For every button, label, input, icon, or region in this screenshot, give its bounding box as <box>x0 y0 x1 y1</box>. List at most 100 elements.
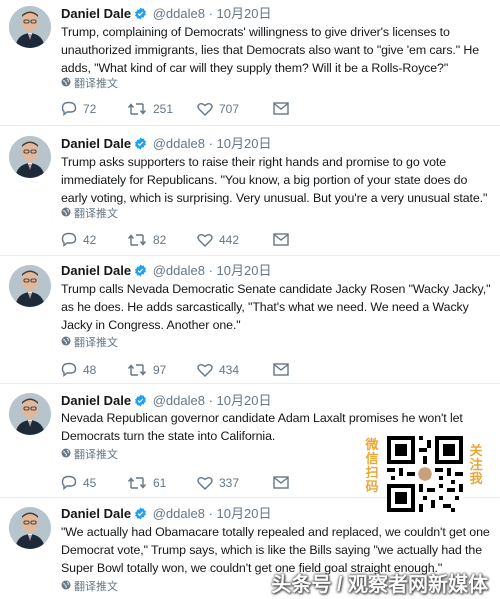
qr-left-text: 微信扫码 <box>365 437 379 494</box>
author-name[interactable]: Daniel Dale <box>61 263 131 278</box>
like-button[interactable]: 707 <box>197 102 273 116</box>
verified-badge-icon <box>134 137 147 150</box>
verified-badge-icon <box>134 394 147 407</box>
like-icon <box>197 363 213 377</box>
tweet[interactable]: Daniel Dale @ddale8 · 10月20日 Trump asks … <box>0 126 500 256</box>
translate-tweet-link[interactable]: 翻译推文 <box>61 580 118 594</box>
author-name[interactable]: Daniel Dale <box>61 393 131 408</box>
translate-tweet-link[interactable]: 翻译推文 <box>61 336 118 350</box>
tweet-actions: 72 251 707 <box>61 101 289 116</box>
translate-tweet-link[interactable]: 翻译推文 <box>61 448 118 462</box>
author-handle[interactable]: @ddale8 <box>153 263 205 278</box>
reply-count: 48 <box>83 362 97 377</box>
tweet-actions: 48 97 434 <box>61 362 289 377</box>
author-name[interactable]: Daniel Dale <box>61 506 131 521</box>
globe-icon <box>61 580 71 594</box>
tweet-date[interactable]: · 10月20日 <box>209 263 272 278</box>
tweet-date[interactable]: · 10月20日 <box>209 393 272 408</box>
translate-label: 翻译推文 <box>74 208 118 220</box>
like-icon <box>197 476 213 490</box>
globe-icon <box>61 77 71 91</box>
avatar[interactable] <box>9 265 51 307</box>
author-handle[interactable]: @ddale8 <box>153 506 205 521</box>
message-icon <box>273 363 289 376</box>
retweet-icon <box>127 233 147 247</box>
retweet-count: 251 <box>153 101 174 116</box>
watermark: 头条号 / 观察者网新媒体 <box>271 574 488 596</box>
like-button[interactable]: 442 <box>197 233 273 247</box>
avatar-image <box>9 265 51 307</box>
author-name[interactable]: Daniel Dale <box>61 6 131 21</box>
tweet-date[interactable]: · 10月20日 <box>209 6 272 21</box>
translate-label: 翻译推文 <box>74 581 118 593</box>
globe-icon <box>61 336 71 350</box>
retweet-button[interactable]: 251 <box>127 102 197 116</box>
reply-button[interactable]: 72 <box>61 101 127 116</box>
like-button[interactable]: 337 <box>197 476 273 490</box>
tweet-text: Trump calls Nevada Democratic Senate can… <box>61 282 491 332</box>
qr-right-text: 关注我 <box>469 443 483 486</box>
verified-badge-icon <box>134 507 147 520</box>
author-name[interactable]: Daniel Dale <box>61 136 131 151</box>
reply-count: 45 <box>83 475 97 490</box>
tweet-actions: 42 82 442 <box>61 232 289 247</box>
globe-icon <box>61 207 71 221</box>
like-count: 442 <box>219 232 240 247</box>
reply-icon <box>61 362 77 377</box>
translate-label: 翻译推文 <box>74 449 118 461</box>
tweet-actions: 45 61 337 <box>61 475 289 490</box>
retweet-count: 97 <box>153 362 167 377</box>
reply-button[interactable]: 45 <box>61 475 127 490</box>
message-button[interactable] <box>273 363 289 376</box>
reply-count: 72 <box>83 101 97 116</box>
retweet-button[interactable]: 97 <box>127 363 197 377</box>
message-button[interactable] <box>273 102 289 115</box>
author-handle[interactable]: @ddale8 <box>153 393 205 408</box>
retweet-icon <box>127 102 147 116</box>
translate-label: 翻译推文 <box>74 337 118 349</box>
tweet[interactable]: Daniel Dale @ddale8 · 10月20日 Trump calls… <box>0 256 500 384</box>
tweet[interactable]: Daniel Dale @ddale8 · 10月20日 Trump, comp… <box>0 0 500 126</box>
wechat-qr-overlay: 微信扫码 关注我 <box>357 436 487 512</box>
avatar[interactable] <box>9 6 51 48</box>
like-count: 434 <box>219 362 240 377</box>
message-icon <box>273 233 289 246</box>
reply-button[interactable]: 48 <box>61 362 127 377</box>
avatar-image <box>9 6 51 48</box>
tweet-text: Trump asks supporters to raise their rig… <box>61 155 488 205</box>
retweet-button[interactable]: 61 <box>127 476 197 490</box>
retweet-count: 82 <box>153 232 167 247</box>
like-button[interactable]: 434 <box>197 363 273 377</box>
translate-tweet-link[interactable]: 翻译推文 <box>61 77 118 91</box>
avatar[interactable] <box>9 393 51 435</box>
retweet-icon <box>127 476 147 490</box>
reply-button[interactable]: 42 <box>61 232 127 247</box>
verified-badge-icon <box>134 7 147 20</box>
tweet-text: Trump, complaining of Democrats' willing… <box>61 25 480 75</box>
reply-count: 42 <box>83 232 97 247</box>
verified-badge-icon <box>134 264 147 277</box>
avatar[interactable] <box>9 507 51 549</box>
retweet-count: 61 <box>153 475 167 490</box>
retweet-icon <box>127 363 147 377</box>
tweet-date[interactable]: · 10月20日 <box>209 136 272 151</box>
like-icon <box>197 102 213 116</box>
retweet-button[interactable]: 82 <box>127 233 197 247</box>
tweet-date[interactable]: · 10月20日 <box>209 506 272 521</box>
like-count: 337 <box>219 475 240 490</box>
reply-icon <box>61 475 77 490</box>
globe-icon <box>61 448 71 462</box>
message-button[interactable] <box>273 476 289 489</box>
avatar-image <box>9 136 51 178</box>
author-handle[interactable]: @ddale8 <box>153 6 205 21</box>
reply-icon <box>61 232 77 247</box>
message-icon <box>273 102 289 115</box>
author-handle[interactable]: @ddale8 <box>153 136 205 151</box>
like-count: 707 <box>219 101 240 116</box>
message-button[interactable] <box>273 233 289 246</box>
message-icon <box>273 476 289 489</box>
avatar[interactable] <box>9 136 51 178</box>
qr-code <box>387 436 463 512</box>
like-icon <box>197 233 213 247</box>
translate-tweet-link[interactable]: 翻译推文 <box>61 207 118 221</box>
